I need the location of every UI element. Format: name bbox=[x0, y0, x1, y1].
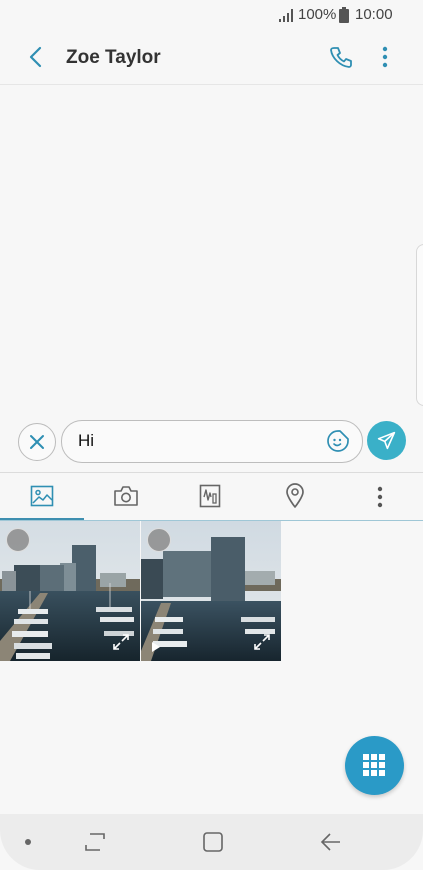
send-icon bbox=[377, 431, 396, 450]
drawing-icon bbox=[199, 484, 221, 508]
cancel-attachment-button[interactable] bbox=[18, 423, 56, 461]
more-vert-icon[interactable] bbox=[381, 46, 389, 68]
battery-percent: 100% bbox=[298, 6, 337, 23]
select-circle[interactable] bbox=[147, 528, 171, 552]
navigation-bar bbox=[0, 814, 423, 870]
phone-icon[interactable] bbox=[329, 45, 353, 69]
conversation-header bbox=[0, 30, 423, 85]
dot-icon[interactable] bbox=[24, 838, 32, 846]
tab-handwriting[interactable] bbox=[168, 473, 252, 519]
play-icon bbox=[152, 642, 160, 652]
signal-icon bbox=[279, 9, 293, 22]
clock: 10:00 bbox=[355, 6, 393, 23]
tab-location[interactable] bbox=[252, 473, 336, 519]
back-arrow-icon[interactable] bbox=[28, 46, 44, 68]
select-circle[interactable] bbox=[6, 528, 30, 552]
contact-name: Zoe Taylor bbox=[66, 47, 161, 68]
back-icon[interactable] bbox=[320, 832, 342, 852]
more-vert-icon bbox=[377, 486, 383, 508]
location-pin-icon bbox=[286, 483, 304, 508]
message-input-text: Hi bbox=[78, 431, 95, 450]
expand-icon[interactable] bbox=[112, 633, 130, 651]
send-button[interactable] bbox=[367, 421, 406, 460]
grid-view-button[interactable] bbox=[345, 736, 404, 795]
tab-more[interactable] bbox=[336, 473, 423, 519]
home-icon[interactable] bbox=[202, 831, 224, 853]
message-input[interactable] bbox=[61, 420, 363, 463]
close-icon bbox=[30, 435, 44, 449]
image-icon bbox=[30, 485, 54, 507]
gallery-item-photo[interactable] bbox=[0, 521, 140, 661]
tab-gallery[interactable] bbox=[0, 473, 84, 519]
active-tab-indicator bbox=[0, 518, 84, 520]
grid-icon bbox=[363, 754, 385, 776]
message-list[interactable] bbox=[0, 85, 423, 415]
tab-camera[interactable] bbox=[84, 473, 168, 519]
expand-icon[interactable] bbox=[253, 633, 271, 651]
status-bar: 100% 10:00 bbox=[0, 0, 423, 30]
scroll-handle[interactable] bbox=[416, 244, 423, 406]
battery-icon bbox=[339, 7, 349, 23]
sticker-icon[interactable] bbox=[326, 429, 350, 453]
camera-icon bbox=[114, 486, 138, 506]
gallery-item-video[interactable] bbox=[141, 521, 281, 661]
recents-icon[interactable] bbox=[84, 832, 106, 852]
